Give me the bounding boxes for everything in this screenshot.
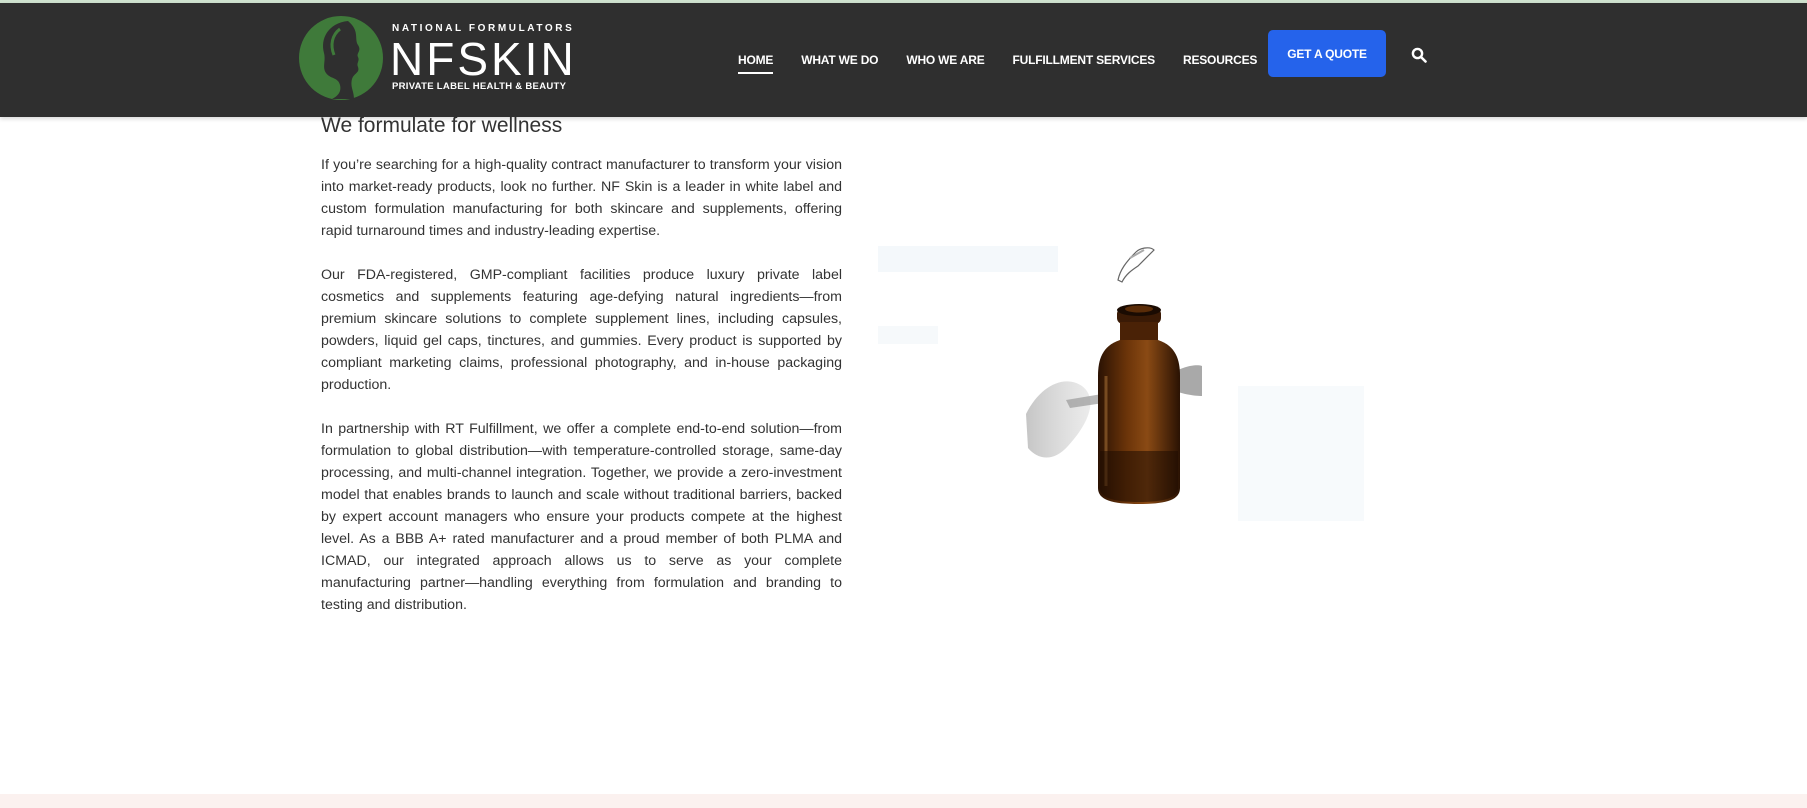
footer-strip xyxy=(0,794,1807,808)
nav-item-home[interactable]: HOME xyxy=(738,53,774,74)
face-profile-logo-icon xyxy=(299,16,383,100)
nav-item-fulfillment-services[interactable]: FULFILLMENT SERVICES xyxy=(1013,53,1156,67)
logo-tagline: PRIVATE LABEL HEALTH & BEAUTY xyxy=(392,81,567,92)
logo-wordmark: NFSKIN xyxy=(390,33,577,85)
nav-item-resources[interactable]: RESOURCES xyxy=(1183,53,1257,67)
partnership-paragraph: In partnership with RT Fulfillment, we o… xyxy=(321,421,842,613)
facilities-paragraph: Our FDA-registered, GMP-compliant facili… xyxy=(321,267,842,393)
search-icon[interactable] xyxy=(1411,47,1427,63)
dropper-bottle-image xyxy=(868,236,1364,536)
get-a-quote-button[interactable]: GET A QUOTE xyxy=(1268,30,1386,77)
intro-paragraph: If you’re searching for a high-quality c… xyxy=(321,157,842,239)
main-nav: HOME WHAT WE DO WHO WE ARE FULFILLMENT S… xyxy=(738,3,1285,117)
site-header: NATIONAL FORMULATORS NFSKIN PRIVATE LABE… xyxy=(0,3,1807,117)
nav-item-what-we-do[interactable]: WHAT WE DO xyxy=(801,53,878,67)
nav-item-who-we-are[interactable]: WHO WE ARE xyxy=(906,53,984,67)
nfskin-logo[interactable]: NATIONAL FORMULATORS NFSKIN PRIVATE LABE… xyxy=(298,15,578,100)
intro-section: We formulate for wellness If you’re sear… xyxy=(321,113,842,638)
